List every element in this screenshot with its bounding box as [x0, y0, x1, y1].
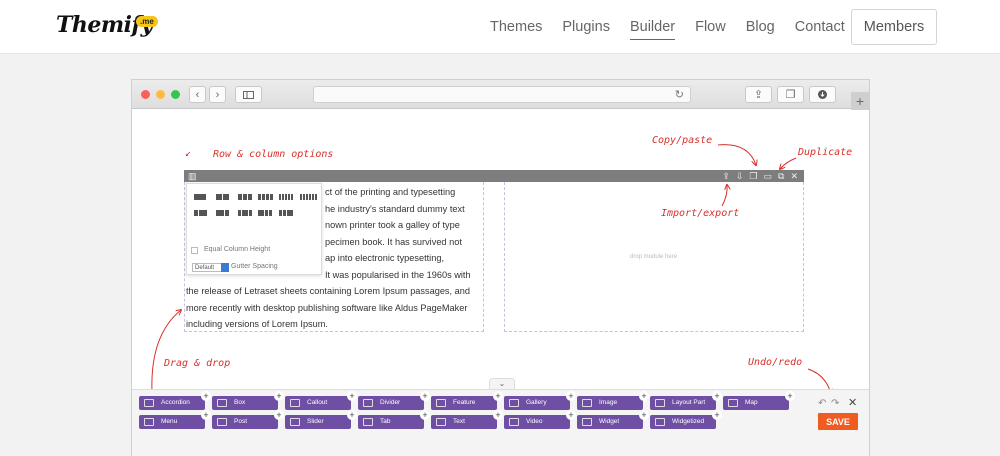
widgetized-icon [655, 418, 665, 426]
export-icon[interactable]: ⇪ [722, 170, 730, 182]
module-divider[interactable]: Divider + [358, 391, 430, 410]
row-tools: ⇪ ⇩ ❐ ▭ ⧉ ✕ [722, 170, 798, 182]
tab-icon [363, 418, 373, 426]
plus-icon[interactable]: + [274, 391, 284, 401]
module-box[interactable]: Box + [212, 391, 284, 410]
text-line: ap into electronic typesetting, [325, 253, 444, 263]
row-toolbar[interactable]: ▥ ⇪ ⇩ ❐ ▭ ⧉ ✕ [184, 170, 804, 182]
module-layout-part[interactable]: Layout Part + [650, 391, 722, 410]
plus-icon[interactable]: + [274, 410, 284, 420]
delete-row-icon[interactable]: ✕ [790, 170, 798, 182]
grid-3col-icon[interactable] [238, 194, 252, 200]
grid-1-1-2-icon[interactable] [279, 210, 293, 216]
grid-4col-icon[interactable] [258, 194, 273, 200]
module-menu[interactable]: Menu + [139, 410, 211, 429]
widget-icon [582, 418, 592, 426]
feature-icon [436, 399, 446, 407]
module-slider[interactable]: Slider + [285, 410, 357, 429]
callout-icon [290, 399, 300, 407]
drop-module-hint: drop module here [630, 254, 678, 260]
text-line: he industry's standard dummy text [325, 204, 465, 214]
grid-1-2-1-icon[interactable] [238, 210, 252, 216]
module-post[interactable]: Post + [212, 410, 284, 429]
module-video[interactable]: Video + [504, 410, 576, 429]
plus-icon[interactable]: + [347, 391, 357, 401]
equal-height-checkbox[interactable] [191, 247, 198, 254]
chevron-down-icon[interactable] [221, 263, 229, 272]
copy-icon[interactable]: ❐ [749, 170, 757, 182]
text-line: pecimen book. It has survived not [325, 237, 462, 247]
plus-icon[interactable]: + [785, 391, 795, 401]
plus-icon[interactable]: + [420, 410, 430, 420]
text-line: nown printer took a galley of type [325, 220, 460, 230]
redo-icon[interactable]: ↷ [831, 398, 839, 409]
close-icon[interactable]: ✕ [848, 396, 857, 409]
module-tab[interactable]: Tab + [358, 410, 430, 429]
grid-1col-icon[interactable] [194, 194, 206, 200]
image-icon [582, 399, 592, 407]
paste-icon[interactable]: ▭ [764, 170, 773, 182]
column-options-popup: Equal Column Height Default Gutter Spaci… [186, 183, 322, 275]
plus-icon[interactable]: + [420, 391, 430, 401]
video-icon [509, 418, 519, 426]
plus-icon[interactable]: + [712, 391, 722, 401]
grid-3-1-icon[interactable] [216, 210, 229, 216]
text-line: including versions of Lorem Ipsum. [186, 319, 328, 329]
accordion-icon [144, 399, 154, 407]
module-feature[interactable]: Feature + [431, 391, 503, 410]
layout-part-icon [655, 399, 665, 407]
post-icon [217, 418, 227, 426]
box-icon [217, 399, 227, 407]
menu-icon [144, 418, 154, 426]
plus-icon[interactable]: + [712, 410, 722, 420]
gutter-label: Gutter Spacing [231, 263, 278, 270]
equal-height-label: Equal Column Height [204, 246, 271, 253]
module-image[interactable]: Image + [577, 391, 649, 410]
module-widget[interactable]: Widget + [577, 410, 649, 429]
grid-6col-icon[interactable] [300, 194, 317, 200]
text-line: It was popularised in the 1960s with [325, 270, 471, 280]
grid-2col-icon[interactable] [216, 194, 229, 200]
import-icon[interactable]: ⇩ [736, 170, 744, 182]
slider-icon [290, 418, 300, 426]
module-accordion[interactable]: Accordion + [139, 391, 211, 410]
plus-icon[interactable]: + [201, 410, 211, 420]
grid-5col-icon[interactable] [279, 194, 293, 200]
row-options-icon[interactable]: ▥ [188, 170, 197, 182]
plus-icon[interactable]: + [493, 410, 503, 420]
module-gallery[interactable]: Gallery + [504, 391, 576, 410]
text-line: ct of the printing and typesetting [325, 187, 456, 197]
undo-icon[interactable]: ↶ [818, 398, 826, 409]
grid-1-3-icon[interactable] [194, 210, 207, 216]
text-icon [436, 418, 446, 426]
module-widgetized[interactable]: Widgetized + [650, 410, 722, 429]
plus-icon[interactable]: + [566, 410, 576, 420]
plus-icon[interactable]: + [639, 410, 649, 420]
grid-2-1-1-icon[interactable] [258, 210, 272, 216]
save-button[interactable]: SAVE [818, 413, 858, 430]
panel-toggle-handle[interactable]: ⌄ [489, 378, 515, 389]
module-map[interactable]: Map + [723, 391, 795, 410]
divider-icon [363, 399, 373, 407]
map-icon [728, 399, 738, 407]
plus-icon[interactable]: + [639, 391, 649, 401]
plus-icon[interactable]: + [201, 391, 211, 401]
gallery-icon [509, 399, 519, 407]
plus-icon[interactable]: + [493, 391, 503, 401]
module-callout[interactable]: Callout + [285, 391, 357, 410]
duplicate-icon[interactable]: ⧉ [778, 170, 784, 182]
plus-icon[interactable]: + [347, 410, 357, 420]
module-text[interactable]: Text + [431, 410, 503, 429]
text-line: more recently with desktop publishing so… [186, 303, 468, 313]
plus-icon[interactable]: + [566, 391, 576, 401]
text-line: the release of Letraset sheets containin… [186, 286, 470, 296]
